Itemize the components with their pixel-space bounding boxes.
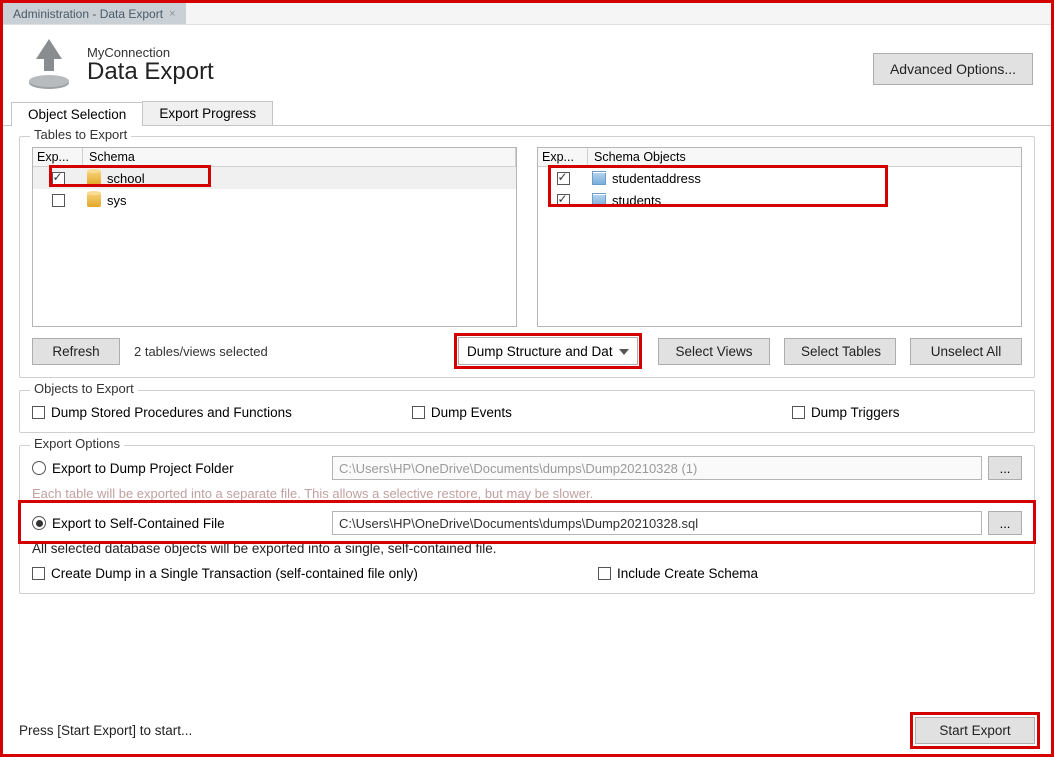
page-title: Data Export [87,58,214,86]
select-views-button[interactable]: Select Views [658,338,770,365]
start-hint: Press [Start Export] to start... [19,723,192,738]
group-label: Objects to Export [30,381,138,396]
database-icon [87,193,101,207]
folder-note: Each table will be exported into a separ… [32,486,1022,501]
window-tab-bar: Administration - Data Export × [3,3,1051,25]
dump-events-checkbox[interactable]: Dump Events [412,405,512,420]
start-export-button[interactable]: Start Export [915,717,1035,744]
include-create-schema-checkbox[interactable]: Include Create Schema [598,566,758,581]
export-icon [21,37,77,93]
dump-mode-dropdown[interactable]: Dump Structure and Dat [458,337,638,365]
single-transaction-checkbox[interactable]: Create Dump in a Single Transaction (sel… [32,566,418,581]
file-note: All selected database objects will be ex… [32,541,1022,556]
browse-file-button[interactable]: ... [988,511,1022,535]
export-options-group: Export Options Export to Dump Project Fo… [19,445,1035,594]
tab-export-progress[interactable]: Export Progress [142,101,273,125]
schema-row-sys[interactable]: sys [33,189,516,211]
object-checkbox[interactable] [557,194,570,207]
export-file-radio[interactable]: Export to Self-Contained File [32,516,332,531]
dump-procedures-checkbox[interactable]: Dump Stored Procedures and Functions [32,405,292,420]
browse-folder-button[interactable]: ... [988,456,1022,480]
export-folder-radio[interactable]: Export to Dump Project Folder [32,461,332,476]
col-exp[interactable]: Exp... [538,148,588,166]
refresh-button[interactable]: Refresh [32,338,120,365]
footer-bar: Press [Start Export] to start... Start E… [19,717,1035,744]
schema-row-school[interactable]: school [33,167,516,189]
dump-triggers-checkbox[interactable]: Dump Triggers [792,405,900,420]
page-header: MyConnection Data Export Advanced Option… [3,25,1051,101]
tab-object-selection[interactable]: Object Selection [11,102,143,126]
object-checkbox[interactable] [557,172,570,185]
group-label: Export Options [30,436,124,451]
unselect-all-button[interactable]: Unselect All [910,338,1022,365]
advanced-options-button[interactable]: Advanced Options... [873,53,1033,85]
schema-list[interactable]: Exp... Schema school sys [32,147,517,327]
col-exp[interactable]: Exp... [33,148,83,166]
select-tables-button[interactable]: Select Tables [784,338,896,365]
schema-checkbox[interactable] [52,172,65,185]
window-tab[interactable]: Administration - Data Export × [3,3,186,24]
group-label: Tables to Export [30,127,131,142]
window-tab-label: Administration - Data Export [13,7,163,21]
folder-path-field: C:\Users\HP\OneDrive\Documents\dumps\Dum… [332,456,982,480]
object-row[interactable]: students [538,189,1021,211]
selection-status: 2 tables/views selected [134,344,268,359]
schema-checkbox[interactable] [52,194,65,207]
object-row[interactable]: studentaddress [538,167,1021,189]
close-icon[interactable]: × [169,8,175,20]
tables-to-export-group: Tables to Export Exp... Schema school sy… [19,136,1035,378]
file-path-field[interactable]: C:\Users\HP\OneDrive\Documents\dumps\Dum… [332,511,982,535]
col-schema-objects[interactable]: Schema Objects [588,148,1021,166]
section-tabs: Object Selection Export Progress [3,101,1051,126]
schema-objects-list[interactable]: Exp... Schema Objects studentaddress stu… [537,147,1022,327]
database-icon [87,171,101,185]
objects-to-export-group: Objects to Export Dump Stored Procedures… [19,390,1035,433]
table-icon [592,193,606,207]
col-schema[interactable]: Schema [83,148,396,166]
table-icon [592,171,606,185]
